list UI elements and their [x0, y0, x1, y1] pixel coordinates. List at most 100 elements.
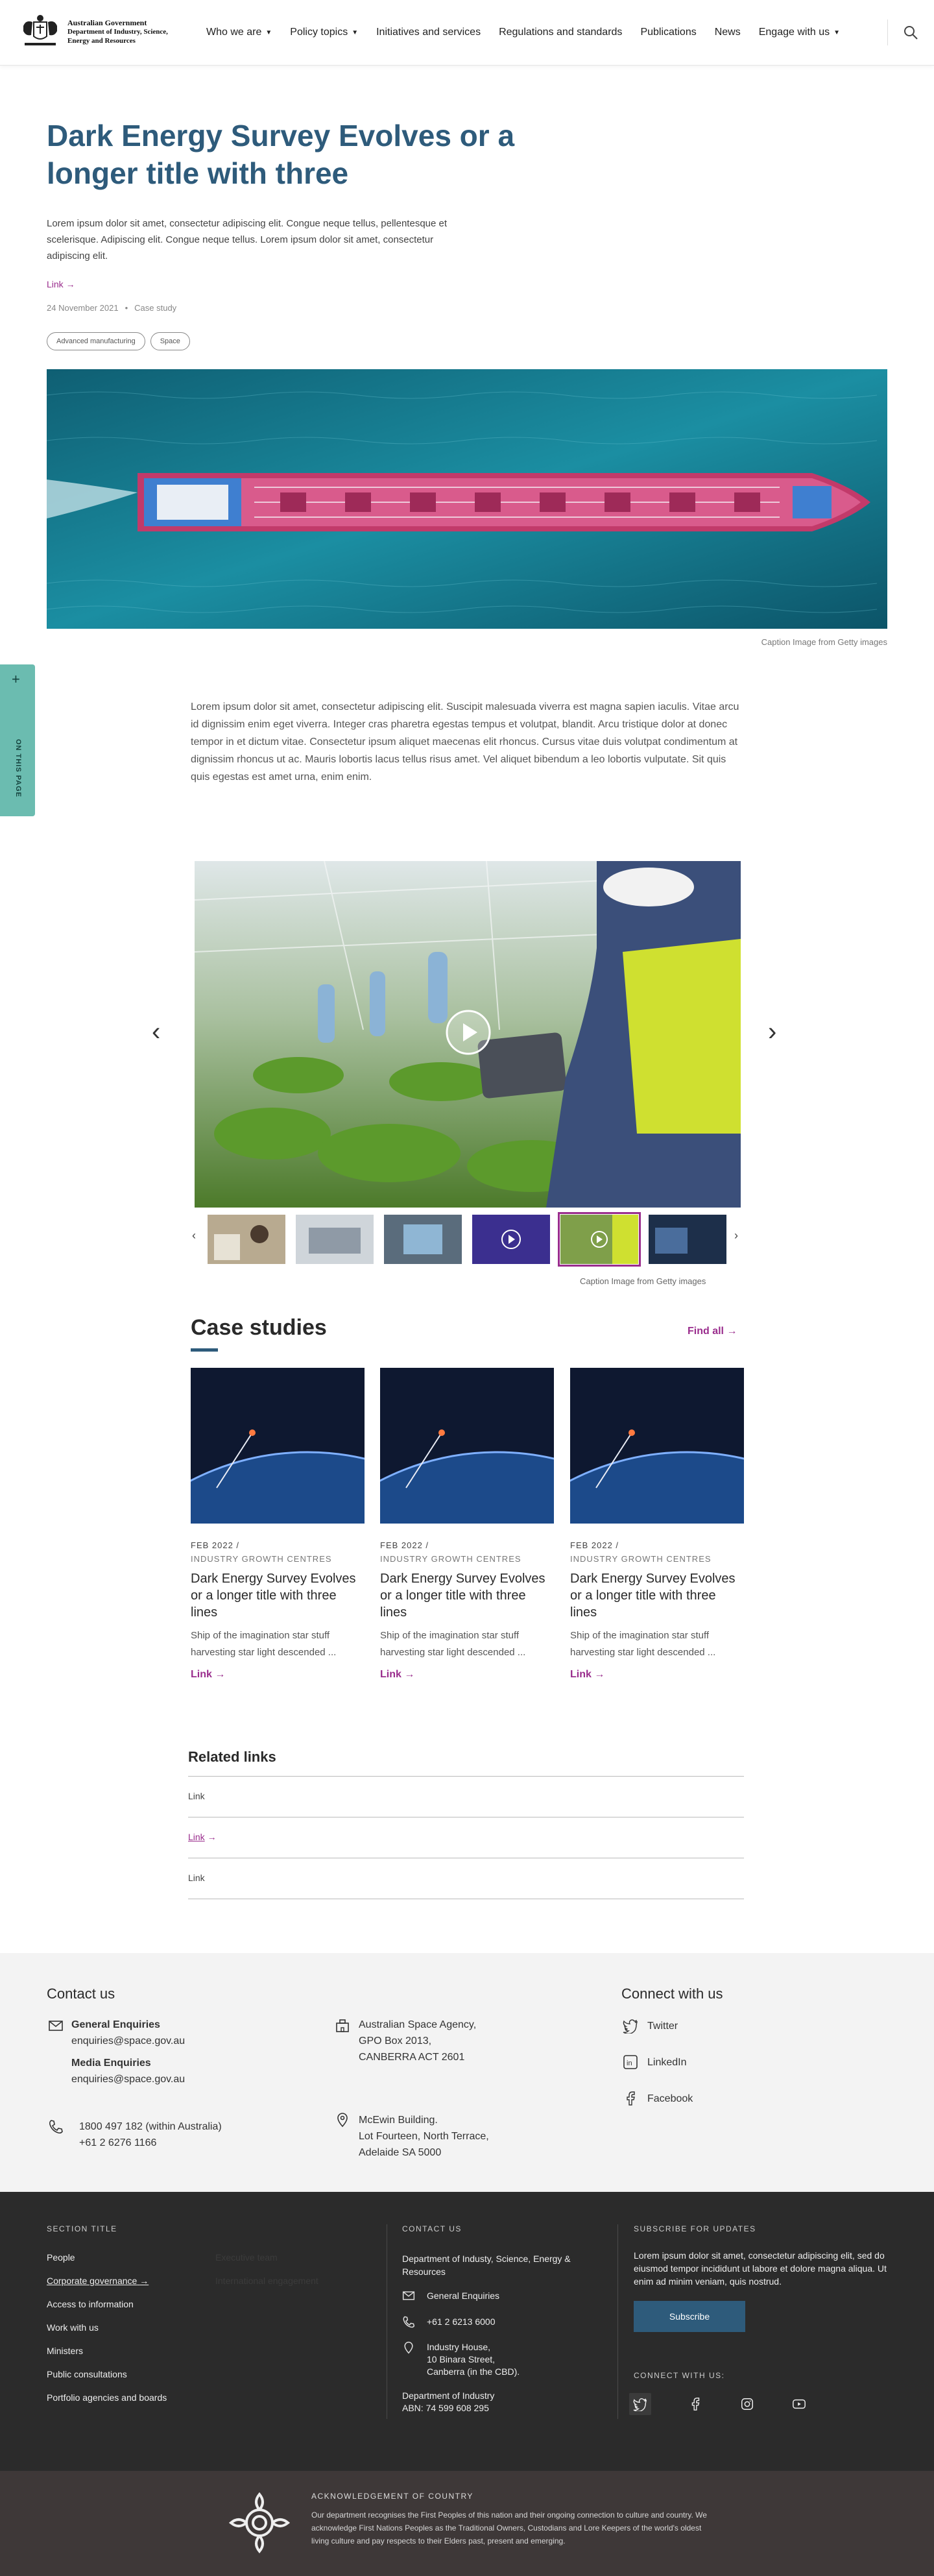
gov-logo[interactable]: Australian Government Department of Indu… [19, 13, 168, 51]
carousel-next-icon[interactable]: › [768, 1017, 776, 1047]
thumbnail[interactable] [649, 1215, 726, 1264]
footer-link-label: Corporate governance [47, 2276, 138, 2286]
related-link-item[interactable]: Link [188, 1858, 744, 1899]
carousel-main-image[interactable] [195, 861, 741, 1208]
general-email-link[interactable]: enquiries@space.gov.au [71, 2035, 185, 2047]
nav-who-we-are[interactable]: Who we are ▼ [206, 27, 272, 38]
nav-initiatives[interactable]: Initiatives and services [376, 27, 481, 38]
facebook-link[interactable]: Facebook [647, 2091, 693, 2107]
twitter-link[interactable]: Twitter [647, 2018, 678, 2034]
on-this-page-tab[interactable]: + ON THIS PAGE [0, 664, 35, 816]
footer-faded-link[interactable]: International engagement [215, 2276, 318, 2286]
thumb-image [296, 1215, 374, 1264]
find-all-link[interactable]: Find all → [688, 1326, 737, 1337]
card-title: Dark Energy Survey Evolves or a longer t… [380, 1572, 545, 1620]
linkedin-icon: in [623, 2055, 638, 2069]
footer-link[interactable]: Public consultations [47, 2369, 127, 2379]
instagram-icon[interactable] [736, 2393, 758, 2415]
abn-line: ABN: 74 599 608 295 [402, 2403, 489, 2413]
logo-line-1: Australian Government [67, 18, 147, 27]
find-all-label: Find all [688, 1326, 724, 1337]
footer-divider [617, 2224, 618, 2419]
related-link-item-active[interactable]: Link → [188, 1817, 744, 1858]
twitter-icon[interactable] [629, 2393, 651, 2415]
footer-connect-label: CONNECT WITH US: [634, 2371, 725, 2380]
subscribe-text: Lorem ipsum dolor sit amet, consectetur … [634, 2250, 887, 2287]
address-line: Adelaide SA 5000 [359, 2147, 442, 2158]
card-link[interactable]: Link → [380, 1669, 554, 1681]
footer-link-active[interactable]: Corporate governance → [47, 2276, 149, 2286]
thumb-prev-icon[interactable]: ‹ [192, 1229, 196, 1243]
case-study-card[interactable]: FEB 2022 / INDUSTRY GROWTH CENTRES Dark … [570, 1368, 744, 1681]
card-link[interactable]: Link → [570, 1669, 744, 1681]
footer-general-enquiries[interactable]: General Enquiries [427, 2290, 499, 2301]
footer-phone[interactable]: +61 2 6213 6000 [427, 2316, 496, 2327]
location-pin-icon [337, 2113, 348, 2128]
coat-of-arms-icon [23, 15, 57, 45]
tag-space[interactable]: Space [150, 332, 190, 350]
footer-contact-label: CONTACT US [402, 2224, 462, 2233]
meta-separator: • [125, 303, 128, 313]
thumb-image [208, 1215, 285, 1264]
youtube-icon[interactable] [788, 2393, 810, 2415]
arrow-right-icon: → [215, 1669, 226, 1680]
address-line: Canberra (in the CBD). [427, 2366, 520, 2377]
publish-date: 24 November 2021 [47, 303, 119, 313]
on-this-page-label: ON THIS PAGE [14, 738, 22, 798]
location-pin-icon [404, 2341, 413, 2354]
thumbnail[interactable] [296, 1215, 374, 1264]
carousel-prev-icon[interactable]: ‹ [152, 1017, 160, 1047]
footer-link[interactable]: Work with us [47, 2322, 99, 2333]
nav-publications[interactable]: Publications [640, 27, 696, 38]
nav-label: Initiatives and services [376, 27, 481, 38]
footer-link[interactable]: People [47, 2252, 75, 2263]
thumb-next-icon[interactable]: › [734, 1229, 738, 1243]
nav-policy-topics[interactable]: Policy topics ▼ [290, 27, 358, 38]
general-enquiries-label: General Enquiries [71, 2019, 160, 2030]
nav-engage[interactable]: Engage with us ▼ [759, 27, 840, 38]
card-org: INDUSTRY GROWTH CENTRES [570, 1554, 712, 1564]
svg-text:in: in [627, 2060, 632, 2067]
case-study-card[interactable]: FEB 2022 / INDUSTRY GROWTH CENTRES Dark … [191, 1368, 365, 1681]
footer-link[interactable]: Ministers [47, 2346, 83, 2356]
case-study-card[interactable]: FEB 2022 / INDUSTRY GROWTH CENTRES Dark … [380, 1368, 554, 1681]
tag-advanced-manufacturing[interactable]: Advanced manufacturing [47, 332, 145, 350]
logo-line-3: Energy and Resources [67, 37, 136, 45]
thumbnail[interactable] [472, 1215, 550, 1264]
thumbnail[interactable] [384, 1215, 462, 1264]
media-email-link[interactable]: enquiries@space.gov.au [71, 2074, 185, 2085]
card-link[interactable]: Link → [191, 1669, 365, 1681]
nav-label: Regulations and standards [499, 27, 623, 38]
nav-news[interactable]: News [715, 27, 741, 38]
tag-list: Advanced manufacturing Space [47, 332, 190, 350]
play-icon[interactable] [445, 1009, 492, 1056]
carousel-caption: Caption Image from Getty images [580, 1276, 706, 1286]
earth-image [570, 1368, 744, 1524]
thumb-image [649, 1215, 726, 1264]
caret-down-icon: ▼ [352, 29, 359, 36]
phone-1[interactable]: 1800 497 182 (within Australia) [79, 2121, 222, 2132]
footer-faded-link[interactable]: Executive team [215, 2252, 278, 2263]
thumbnail-selected[interactable] [558, 1212, 641, 1267]
subscribe-button[interactable]: Subscribe [634, 2301, 745, 2332]
related-link-label: Link [188, 1791, 205, 1801]
contact-title: Contact us [47, 1986, 115, 2002]
phone-icon [403, 2316, 415, 2328]
thumb-image [384, 1215, 462, 1264]
search-icon[interactable] [903, 25, 918, 40]
nav-regulations[interactable]: Regulations and standards [499, 27, 622, 38]
footer-link[interactable]: Access to information [47, 2299, 134, 2309]
thumbnail-strip: ‹ › [192, 1212, 745, 1267]
facebook-icon[interactable] [684, 2393, 706, 2415]
earth-image [191, 1368, 365, 1524]
linkedin-link[interactable]: LinkedIn [647, 2054, 687, 2071]
phone-2[interactable]: +61 2 6276 1166 [79, 2137, 156, 2148]
footer-link[interactable]: Portfolio agencies and boards [47, 2392, 167, 2403]
related-link-label: Link [188, 1832, 205, 1842]
card-image-earth [570, 1368, 744, 1524]
acknowledgement-text: Our department recognises the First Peop… [311, 2510, 707, 2546]
thumbnail[interactable] [208, 1215, 285, 1264]
address-line: 10 Binara Street, [427, 2354, 496, 2364]
hero-link[interactable]: Link → [47, 279, 75, 289]
related-link-item[interactable]: Link [188, 1776, 744, 1817]
